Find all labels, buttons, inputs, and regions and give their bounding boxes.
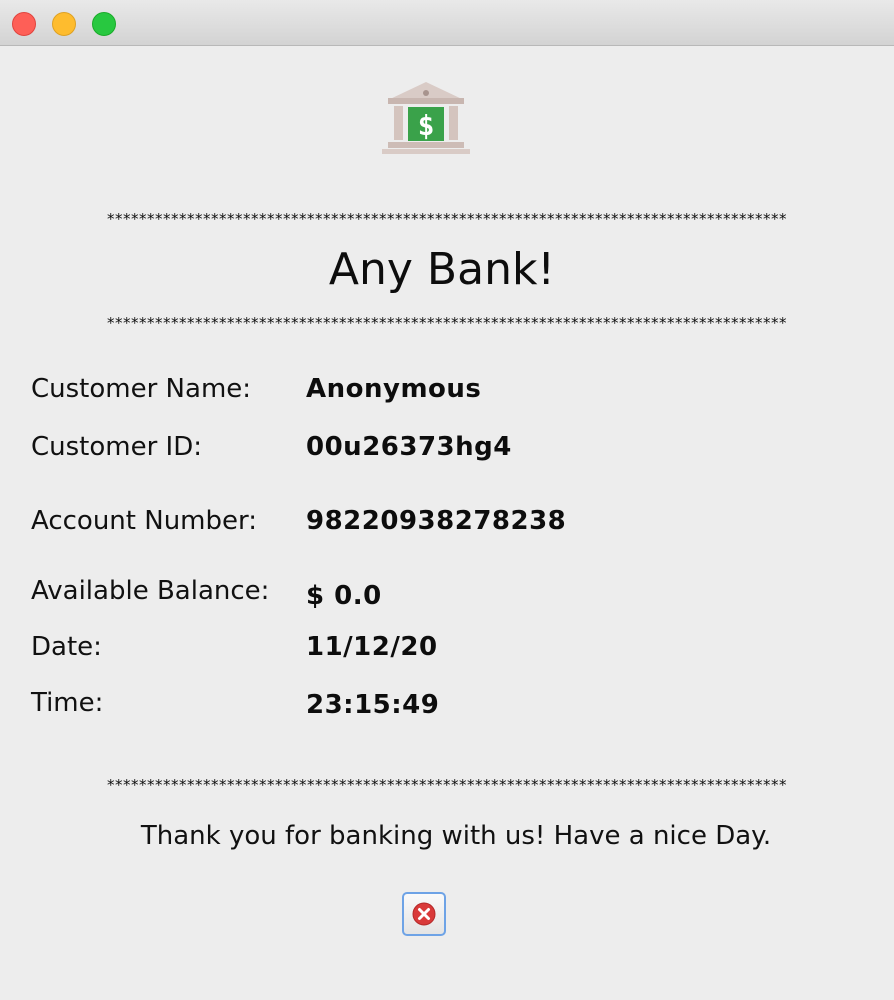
close-icon	[412, 902, 436, 926]
account-number-value: 98220938278238	[306, 506, 567, 536]
separator-top: ****************************************…	[107, 210, 787, 228]
account-number-label: Account Number:	[31, 506, 257, 536]
window-close-button[interactable]	[12, 12, 36, 36]
date-value: 11/12/20	[306, 632, 438, 662]
time-value: 23:15:49	[306, 690, 440, 720]
date-label: Date:	[31, 632, 102, 662]
title-bar	[0, 0, 894, 46]
close-button[interactable]	[402, 892, 446, 936]
available-balance-value: $ 0.0	[306, 581, 382, 611]
customer-id-value: 00u26373hg4	[306, 432, 512, 462]
bank-icon: $	[382, 82, 470, 154]
bank-title: Any Bank!	[328, 244, 556, 295]
svg-text:$: $	[418, 109, 435, 142]
separator-middle: ****************************************…	[107, 314, 787, 332]
window-maximize-button[interactable]	[92, 12, 116, 36]
separator-bottom: ****************************************…	[107, 776, 787, 794]
customer-id-label: Customer ID:	[31, 432, 203, 462]
customer-name-value: Anonymous	[306, 374, 482, 404]
time-label: Time:	[31, 688, 104, 718]
receipt-window: $ **************************************…	[0, 0, 894, 1000]
available-balance-label: Available Balance:	[31, 576, 270, 606]
window-minimize-button[interactable]	[52, 12, 76, 36]
customer-name-label: Customer Name:	[31, 374, 252, 404]
thank-you-message: Thank you for banking with us! Have a ni…	[140, 821, 772, 851]
